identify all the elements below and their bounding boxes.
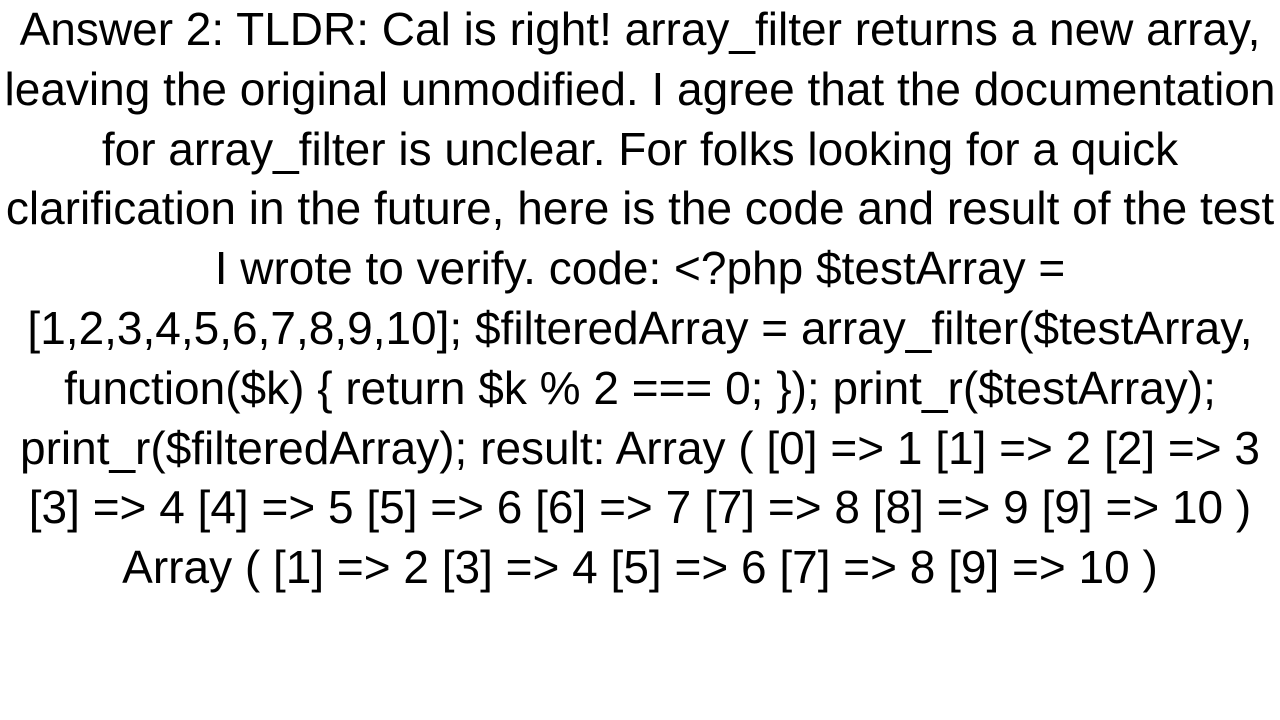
answer-text: Answer 2: TLDR: Cal is right! array_filt… xyxy=(0,0,1280,598)
answer-content: Answer 2: TLDR: Cal is right! array_filt… xyxy=(0,0,1280,720)
